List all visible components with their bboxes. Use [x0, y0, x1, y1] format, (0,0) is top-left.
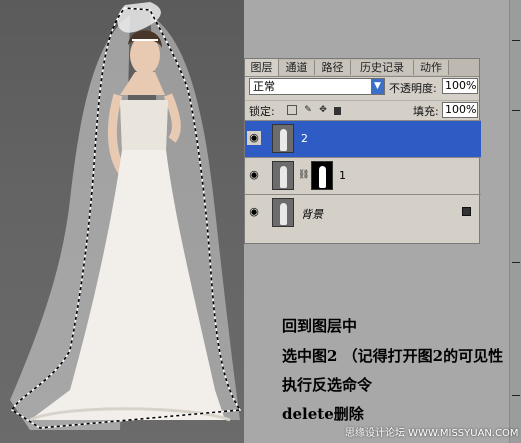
fill-label: 填充: [413, 105, 439, 118]
fill-input[interactable]: 100% [442, 102, 478, 118]
chevron-down-icon[interactable]: ▼ [371, 79, 384, 94]
layers-panel: 图层 通道 路径 历史记录 动作 正常 ▼ 不透明度: 100% 锁定: ✎ ✥… [244, 58, 481, 244]
brush-icon[interactable]: ✎ [303, 105, 313, 115]
move-icon[interactable]: ✥ [318, 105, 328, 115]
step-1: 回到图层中 [282, 317, 358, 335]
lock-all-icon[interactable] [334, 107, 341, 115]
lock-icon [462, 207, 471, 216]
layer-name: 2 [301, 132, 308, 145]
tab-history[interactable]: 历史记录 [351, 60, 414, 75]
layer-thumbnail [272, 161, 294, 190]
layer-mask-thumbnail[interactable] [311, 161, 333, 190]
blend-mode-select[interactable]: 正常 ▼ [249, 78, 385, 95]
blend-mode-value: 正常 [253, 80, 275, 93]
tab-layers[interactable]: 图层 [245, 59, 279, 76]
watermark: 思缘设计论坛 WWW.MISSYUAN.COM [345, 428, 519, 439]
right-ruler [509, 0, 521, 443]
step-3: 执行反选命令 [282, 376, 373, 394]
lock-label: 锁定: [249, 105, 275, 118]
eye-icon[interactable]: ◉ [247, 131, 261, 145]
opacity-label: 不透明度: [389, 82, 437, 95]
layer-thumbnail [272, 198, 294, 227]
step-2: 选中图2 （记得打开图2的可见性 [282, 347, 504, 365]
layer-name: 背景 [301, 208, 323, 221]
tab-actions[interactable]: 动作 [414, 60, 449, 75]
bride-photo [0, 0, 244, 443]
opacity-input[interactable]: 100% [442, 78, 478, 94]
eye-icon[interactable]: ◉ [247, 205, 261, 219]
step-4: delete删除 [282, 405, 364, 423]
panel-tabs: 图层 通道 路径 历史记录 动作 [245, 59, 479, 77]
eye-icon[interactable]: ◉ [247, 168, 261, 182]
bride-illustration [10, 2, 242, 430]
layer-row-1[interactable]: ◉ ⛓ 1 [245, 157, 481, 194]
link-chain-icon[interactable]: ⛓ [298, 170, 309, 180]
layer-row-2[interactable]: ◉ 2 [245, 120, 481, 157]
tab-paths[interactable]: 路径 [315, 60, 351, 75]
lock-transparency-icon[interactable] [287, 105, 297, 115]
layer-name: 1 [339, 169, 346, 182]
layer-thumbnail [272, 124, 294, 153]
layer-row-background[interactable]: ◉ 背景 [245, 194, 481, 231]
tab-channels[interactable]: 通道 [279, 60, 315, 75]
